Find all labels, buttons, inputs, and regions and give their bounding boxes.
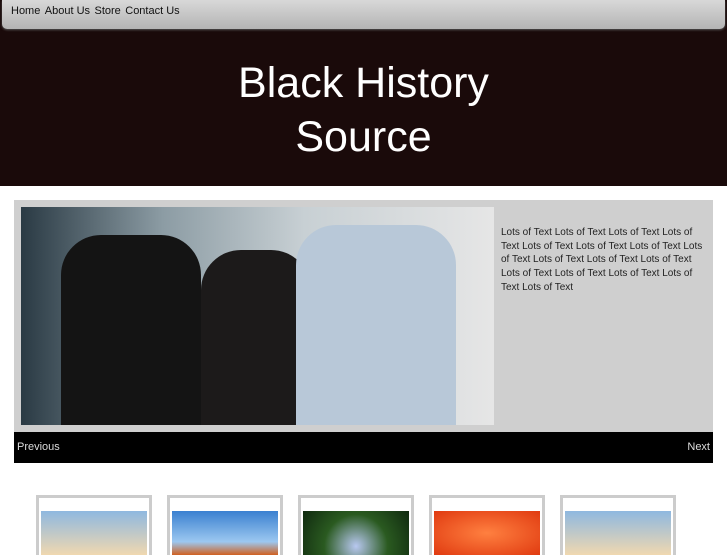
slideshow: Lots of Text Lots of Text Lots of Text L… (14, 200, 713, 432)
thumbnail-canyon[interactable] (167, 495, 283, 555)
slider-controls: Previous Next (14, 432, 713, 463)
site-title: Black History Source (0, 56, 727, 164)
nav-about-us[interactable]: About Us (45, 5, 90, 17)
slide-photo (21, 207, 494, 425)
title-line-2: Source (295, 113, 432, 161)
slide-description: Lots of Text Lots of Text Lots of Text L… (501, 227, 703, 293)
nav-store[interactable]: Store (95, 5, 121, 17)
previous-button[interactable]: Previous (17, 441, 60, 453)
nav-home[interactable]: Home (11, 5, 40, 17)
nav-bar: Home About Us Store Contact Us (2, 0, 725, 29)
title-line-1: Black History (238, 59, 489, 107)
next-button[interactable]: Next (687, 441, 710, 453)
nav-contact-us[interactable]: Contact Us (125, 5, 179, 17)
thumbnail-hydrangea[interactable] (298, 495, 414, 555)
thumbnail-lighthouse-2[interactable] (560, 495, 676, 555)
thumbnail-lighthouse[interactable] (36, 495, 152, 555)
thumbnail-orange-flower[interactable] (429, 495, 545, 555)
header: Home About Us Store Contact Us Black His… (0, 0, 727, 186)
